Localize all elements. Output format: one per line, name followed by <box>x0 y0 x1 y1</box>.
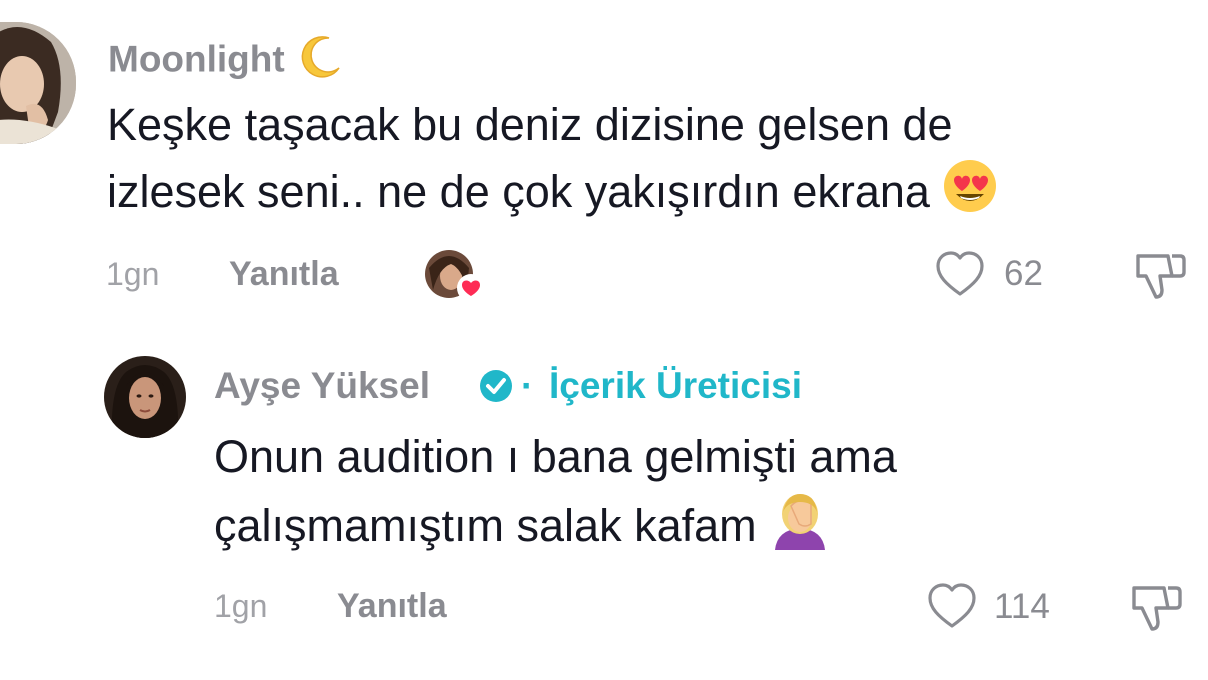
facepalm-emoji <box>769 490 831 568</box>
comment-username[interactable]: Ayşe Yüksel <box>214 365 430 407</box>
creator-role-label: İçerik Üreticisi <box>549 365 802 406</box>
comment-text-line-1: Onun audition ı bana gelmişti ama <box>214 431 897 482</box>
comment-username[interactable]: Moonlight <box>108 34 343 89</box>
like-button[interactable] <box>934 250 986 303</box>
dislike-button[interactable] <box>1128 582 1184 639</box>
comment-timestamp: 1gn <box>106 256 160 292</box>
heart-outline-icon <box>928 583 976 628</box>
thumbs-down-icon <box>1136 254 1186 299</box>
crescent-moon-icon <box>295 34 343 89</box>
like-count: 62 <box>1004 254 1043 293</box>
like-button[interactable] <box>926 582 978 635</box>
heart-outline-icon <box>936 251 984 296</box>
comment-text-line-2: izlesek seni.. ne de çok yakışırdın ekra… <box>107 158 998 232</box>
dislike-button[interactable] <box>1132 250 1188 307</box>
reply-button[interactable]: Yanıtla <box>229 255 339 294</box>
verified-badge-icon <box>478 368 514 409</box>
avatar[interactable] <box>0 22 76 144</box>
comment-text-line-1: Keşke taşacak bu deniz dizisine gelsen d… <box>107 99 953 150</box>
comment-timestamp: 1gn <box>214 588 268 624</box>
creator-liked-heart-avatar-icon <box>423 248 487 304</box>
separator-dot: · <box>521 365 534 406</box>
comment-text-line-2: çalışmamıştım salak kafam <box>214 490 831 568</box>
heart-eyes-emoji <box>942 158 998 232</box>
thumbs-down-icon <box>1132 586 1182 631</box>
like-count: 114 <box>994 587 1050 626</box>
reply-button[interactable]: Yanıtla <box>337 587 447 626</box>
avatar[interactable] <box>104 356 186 438</box>
